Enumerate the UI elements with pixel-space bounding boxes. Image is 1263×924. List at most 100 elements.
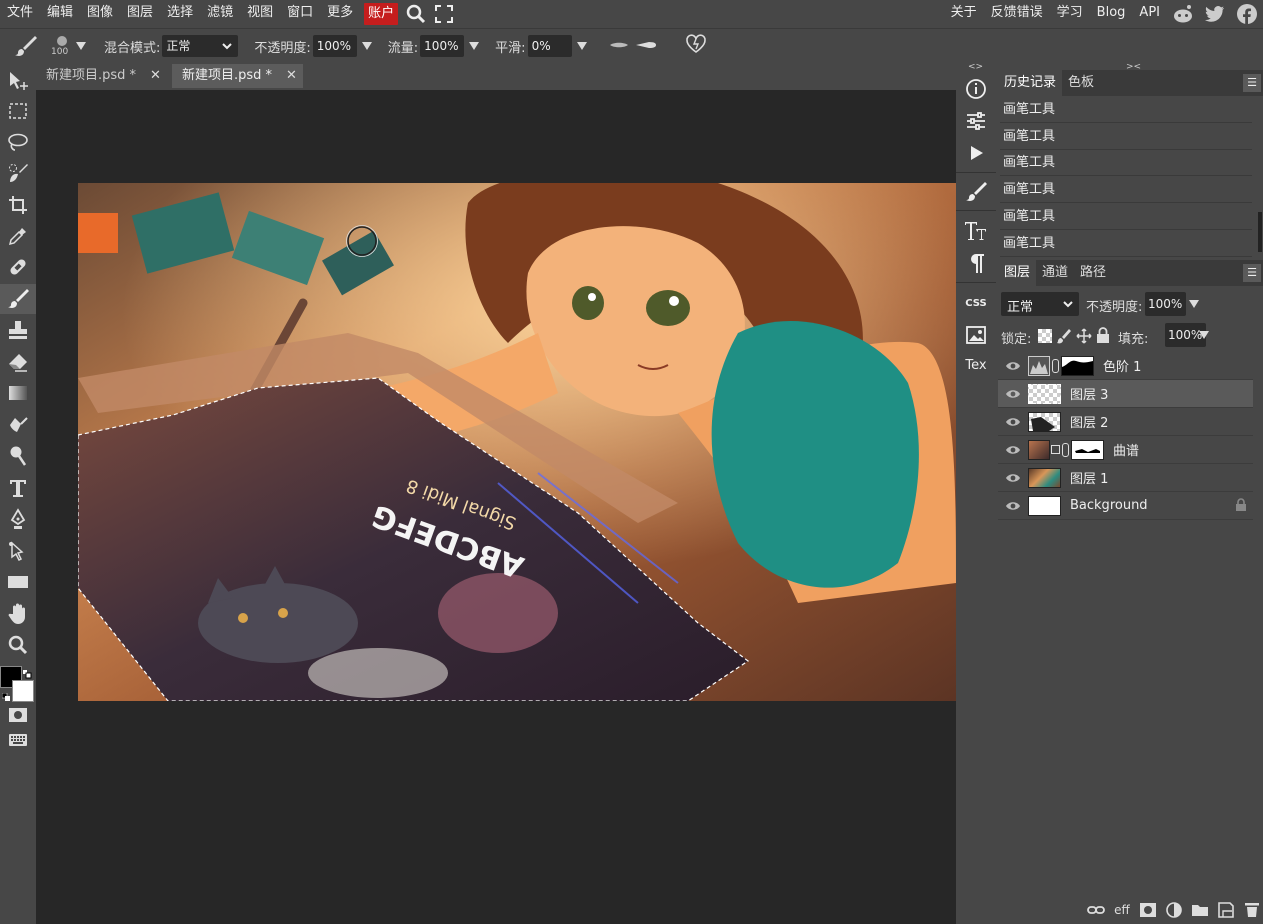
eye-icon[interactable] [1002,408,1024,435]
history-item[interactable]: 画笔工具 [1000,97,1252,123]
twitter-icon[interactable] [1199,0,1231,28]
adjustment-layer-icon[interactable] [1164,900,1184,920]
path-select-tool-icon[interactable] [0,536,36,566]
layer-row-levels[interactable]: 色阶 1 [998,352,1253,380]
layer-opacity-input[interactable]: 100% [1145,292,1186,316]
menu-more[interactable]: 更多 [320,0,360,28]
brush-preset-dropdown-icon[interactable] [76,42,86,50]
history-scrollbar[interactable] [1258,212,1262,252]
reset-colors-icon[interactable] [1,690,10,701]
layer-row-layer3[interactable]: 图层 3 [998,380,1253,408]
new-group-icon[interactable] [1190,900,1210,920]
history-item[interactable]: 画笔工具 [1000,124,1252,150]
dodge-tool-icon[interactable] [0,441,36,471]
link-blog[interactable]: Blog [1090,0,1133,28]
layer-effects-icon[interactable]: eff [1112,900,1132,920]
sliders-icon[interactable] [956,106,996,136]
heart-icon[interactable] [685,34,707,58]
layer-row-layer1[interactable]: 图层 1 [998,464,1253,492]
hand-tool-icon[interactable] [0,599,36,629]
layer-row-background[interactable]: Background [998,492,1253,520]
background-color-swatch[interactable] [12,680,34,702]
character-icon[interactable] [956,216,996,246]
link-api[interactable]: API [1132,0,1167,28]
fullscreen-icon[interactable] [430,0,458,28]
move-tool-icon[interactable] [0,66,36,96]
quick-select-tool-icon[interactable] [0,158,36,188]
info-icon[interactable] [956,74,996,104]
stamp-tool-icon[interactable] [0,315,36,345]
zoom-tool-icon[interactable] [0,630,36,660]
swap-colors-icon[interactable] [22,668,32,679]
keyboard-icon[interactable] [0,725,36,755]
layer-mask-thumbnail[interactable] [1061,355,1094,376]
lock-pixels-icon[interactable] [1057,328,1071,348]
rectangle-tool-icon[interactable] [0,567,36,597]
eye-icon[interactable] [1002,492,1024,519]
facebook-icon[interactable] [1231,0,1263,28]
history-item[interactable]: 画笔工具 [1000,150,1252,176]
document-tab-active[interactable]: 新建项目.psd * ✕ [172,64,303,88]
lock-position-icon[interactable] [1076,328,1092,348]
tab-layers[interactable]: 图层 [998,260,1037,286]
pressure-size-icon[interactable] [635,39,657,54]
blend-mode-select[interactable]: 正常 [162,35,239,57]
tex-icon[interactable]: Tex [956,350,996,380]
canvas-image[interactable]: ABCDEFG Signal Midi 8 [78,183,956,701]
menu-window[interactable]: 窗口 [280,0,320,28]
eye-icon[interactable] [1002,436,1024,463]
layer-blend-select[interactable]: 正常 [1001,292,1079,316]
tab-channels[interactable]: 通道 [1036,260,1074,286]
new-layer-icon[interactable] [1216,900,1236,920]
eye-icon[interactable] [1002,380,1024,407]
collapse-left-icon[interactable]: <> [968,62,983,72]
healing-tool-icon[interactable] [0,252,36,282]
panel-menu-icon[interactable]: ☰ [1243,74,1261,92]
tab-paths[interactable]: 路径 [1074,260,1112,286]
smudge-tool-icon[interactable] [0,410,36,440]
layer-name[interactable]: 色阶 1 [1103,356,1141,375]
play-icon[interactable] [956,138,996,168]
smoothing-slider-icon[interactable] [576,42,587,50]
history-item[interactable]: 画笔工具 [1000,177,1252,203]
link-report-bug[interactable]: 反馈错误 [984,0,1050,28]
opacity-input[interactable]: 100% [312,35,357,57]
menu-view[interactable]: 视图 [240,0,280,28]
delete-layer-icon[interactable] [1242,900,1262,920]
color-swatches[interactable] [0,666,36,702]
menu-layer[interactable]: 图层 [120,0,160,28]
tab-history[interactable]: 历史记录 [998,70,1063,96]
eraser-tool-icon[interactable] [0,347,36,377]
lasso-tool-icon[interactable] [0,127,36,157]
panel-menu-icon[interactable]: ☰ [1243,264,1261,282]
eye-icon[interactable] [1002,464,1024,491]
layer-row-score[interactable]: 曲谱 [998,436,1253,464]
menu-account[interactable]: 账户 [364,3,399,25]
paragraph-icon[interactable] [956,248,996,278]
link-learn[interactable]: 学习 [1050,0,1090,28]
lock-transparency-icon[interactable] [1038,329,1052,343]
layer-name[interactable]: 图层 3 [1070,384,1108,403]
type-tool-icon[interactable] [0,473,36,503]
layer-name[interactable]: Background [1070,498,1148,513]
layer-name[interactable]: 图层 2 [1070,412,1108,431]
fill-slider-icon[interactable] [1199,331,1209,339]
brush-tool-icon[interactable] [12,33,38,59]
marquee-tool-icon[interactable] [0,96,36,126]
pressure-opacity-icon[interactable] [609,39,629,54]
menu-image[interactable]: 图像 [80,0,120,28]
css-icon[interactable]: CSS [956,288,996,318]
smoothing-input[interactable]: 0% [527,35,572,57]
eyedropper-tool-icon[interactable] [0,221,36,251]
brush-tool-icon[interactable] [0,284,36,314]
menu-select[interactable]: 选择 [160,0,200,28]
link-icon[interactable] [1062,442,1069,457]
brush-preset-picker[interactable]: 100 [48,32,76,60]
menu-edit[interactable]: 编辑 [40,0,80,28]
close-icon[interactable]: ✕ [286,68,297,83]
history-item[interactable]: 画笔工具 [1000,231,1252,257]
search-icon[interactable] [402,0,430,28]
link-icon[interactable] [1052,358,1059,373]
eye-icon[interactable] [1002,352,1024,379]
layer-mask-thumbnail[interactable] [1071,439,1104,460]
